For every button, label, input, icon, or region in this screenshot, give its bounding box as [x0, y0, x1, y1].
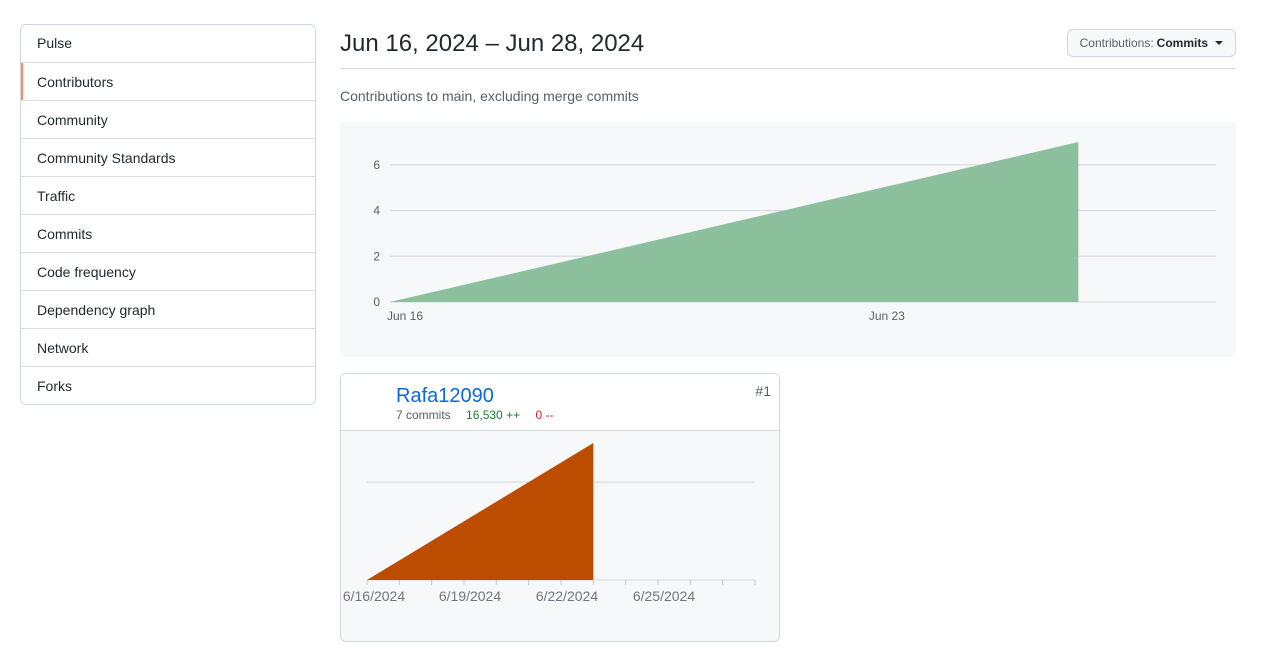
contributor-stats: 7 commits 16,530 ++ 0 -- — [396, 408, 553, 422]
chart-subtitle: Contributions to main, excluding merge c… — [340, 88, 639, 104]
sidebar-item-commits[interactable]: Commits — [21, 214, 315, 252]
sidebar-item-community[interactable]: Community — [21, 100, 315, 138]
contributor-card-header: Rafa12090 7 commits 16,530 ++ 0 -- #1 — [341, 374, 779, 431]
y-tick-label: 4 — [373, 204, 380, 218]
x-tick-label: 6/16/2024 — [343, 588, 405, 604]
sidebar-item-community-standards[interactable]: Community Standards — [21, 138, 315, 176]
caret-down-icon — [1215, 41, 1223, 45]
contributor-chart-svg: 6/16/2024 6/19/2024 6/22/2024 6/25/2024 — [343, 443, 756, 604]
contributor-commits-link[interactable]: 7 commits — [396, 408, 451, 422]
y-tick-label: 6 — [373, 158, 380, 172]
contributor-commits-area — [367, 443, 594, 580]
x-tick-label: 6/22/2024 — [536, 588, 598, 604]
x-tick-label: Jun 16 — [387, 309, 423, 323]
contributor-name-link[interactable]: Rafa12090 — [396, 385, 494, 408]
contributor-rank: #1 — [755, 383, 771, 399]
dropdown-value: Commits — [1156, 36, 1208, 50]
header-divider — [340, 68, 1236, 69]
contributions-chart[interactable]: 0 2 4 6 Jun 16 Jun 23 — [340, 122, 1236, 357]
sidebar-item-code-frequency[interactable]: Code frequency — [21, 252, 315, 290]
y-tick-label: 2 — [373, 249, 380, 263]
date-range-title: Jun 16, 2024 – Jun 28, 2024 — [340, 30, 645, 57]
contributions-chart-svg: 0 2 4 6 Jun 16 Jun 23 — [373, 142, 1216, 323]
x-tick-label: 6/25/2024 — [633, 588, 695, 604]
insights-sidebar: Pulse Contributors Community Community S… — [20, 24, 316, 405]
nerd-face-avatar-icon[interactable] — [349, 382, 387, 420]
contributor-additions: 16,530 ++ — [466, 408, 521, 422]
sidebar-item-dependency-graph[interactable]: Dependency graph — [21, 290, 315, 328]
sidebar-item-network[interactable]: Network — [21, 328, 315, 366]
y-tick-label: 0 — [373, 295, 380, 309]
sidebar-item-traffic[interactable]: Traffic — [21, 176, 315, 214]
sidebar-item-forks[interactable]: Forks — [21, 366, 315, 404]
contributions-type-dropdown[interactable]: Contributions: Commits — [1066, 29, 1236, 57]
commits-area — [390, 142, 1079, 302]
contributor-deletions: 0 -- — [535, 408, 554, 422]
dropdown-prefix: Contributions: — [1079, 36, 1154, 50]
x-tick-label: Jun 23 — [869, 309, 905, 323]
x-tick-label: 6/19/2024 — [439, 588, 501, 604]
sidebar-item-pulse[interactable]: Pulse — [21, 25, 315, 62]
sidebar-item-contributors[interactable]: Contributors — [21, 62, 315, 100]
contributor-card: Rafa12090 7 commits 16,530 ++ 0 -- #1 6/… — [340, 373, 780, 642]
